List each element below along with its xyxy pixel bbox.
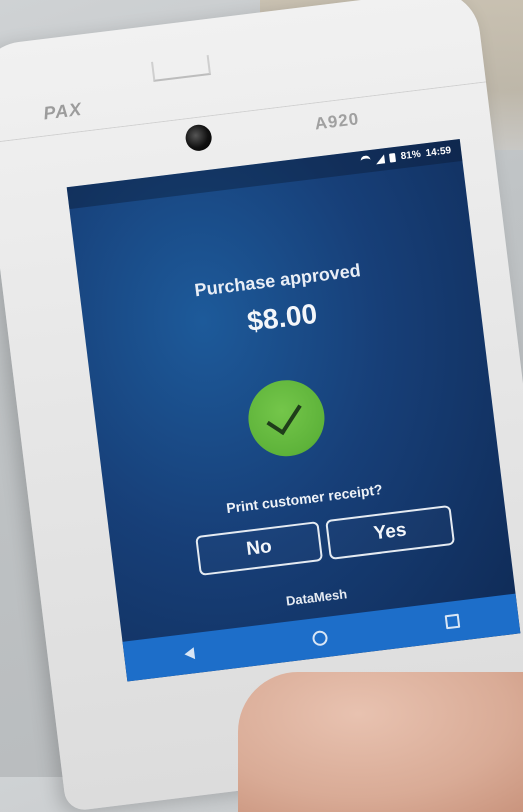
battery-level: 81% <box>400 148 422 163</box>
wifi-icon <box>360 155 372 168</box>
recent-apps-icon[interactable] <box>444 613 460 630</box>
status-icons: 81% 14:59 <box>360 145 452 168</box>
status-bar: 81% 14:59 <box>66 139 463 210</box>
checkmark-icon <box>266 395 302 436</box>
battery-icon <box>389 152 397 163</box>
holding-hand <box>238 672 523 812</box>
signal-icon <box>375 154 386 165</box>
back-icon[interactable] <box>183 647 195 661</box>
camera-lens <box>184 123 214 153</box>
clock: 14:59 <box>425 145 452 160</box>
yes-button[interactable]: Yes <box>325 504 456 560</box>
terminal-top-band <box>0 0 487 144</box>
home-icon[interactable] <box>311 629 328 647</box>
terminal-screen: 81% 14:59 Purchase approved $8.00 Print … <box>66 139 521 682</box>
model-label: A920 <box>313 109 361 134</box>
success-icon <box>244 375 329 461</box>
no-button[interactable]: No <box>195 521 324 576</box>
